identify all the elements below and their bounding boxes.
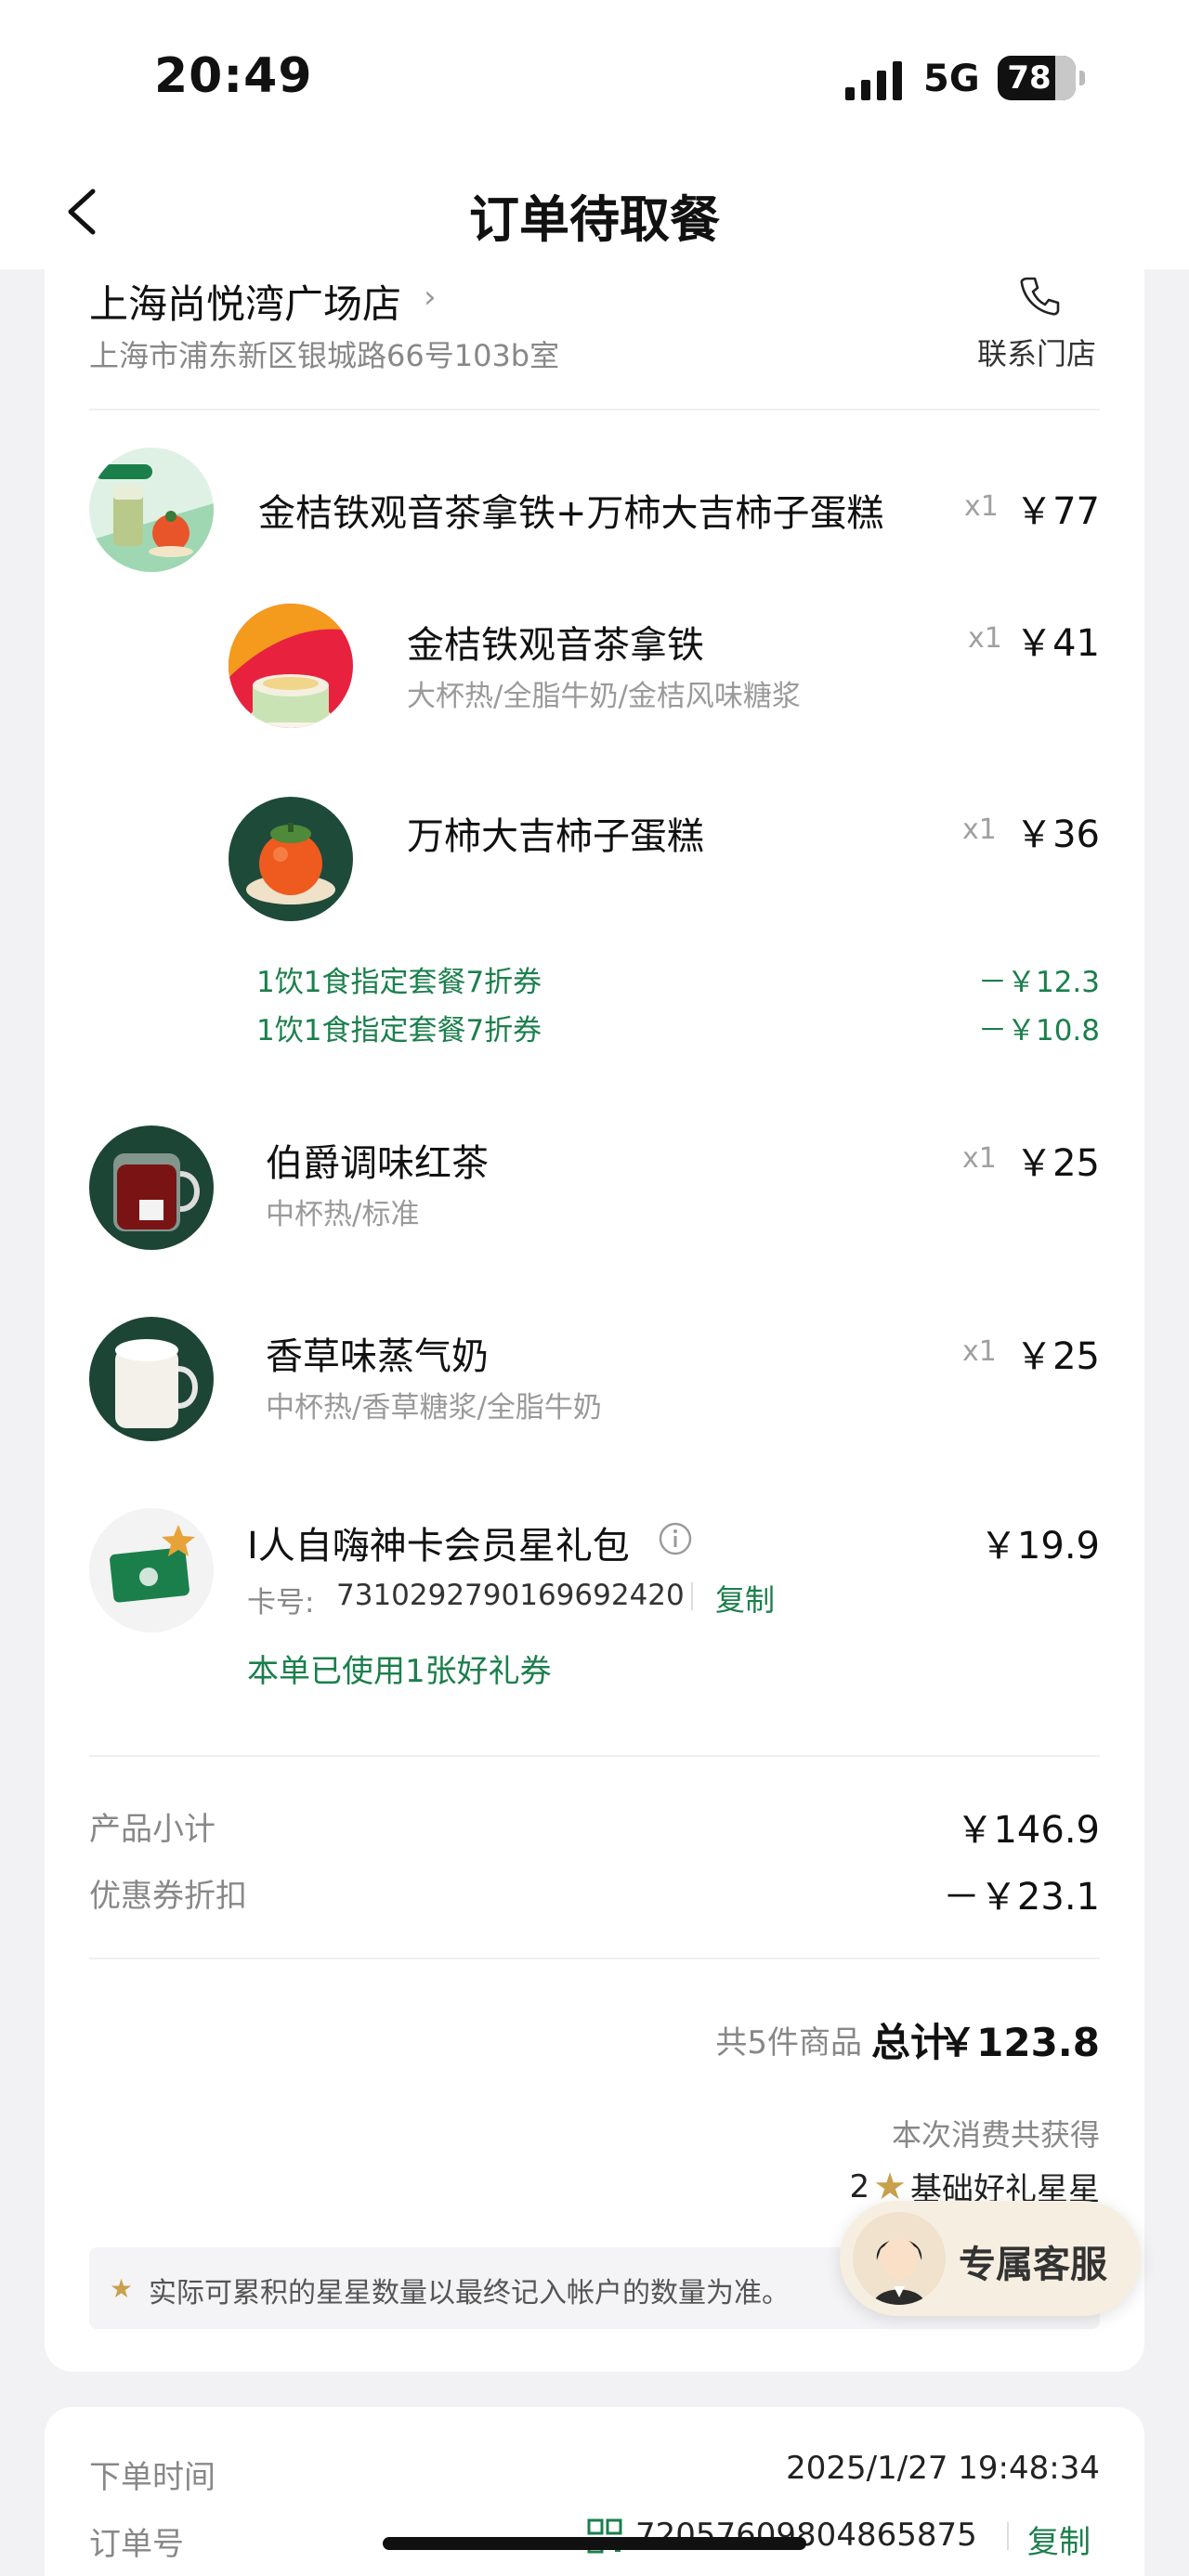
customer-service-label: 专属客服	[959, 2244, 1107, 2286]
subtotal-value: ￥146.9	[956, 1809, 1100, 1852]
gift-name: I人自嗨神卡会员星礼包	[247, 1525, 630, 1568]
sub-item-image	[229, 604, 353, 728]
sub-item-image	[229, 797, 353, 921]
divider	[89, 1755, 1100, 1757]
store-name[interactable]: 上海尚悦湾广场店	[89, 273, 401, 330]
contact-store-button[interactable]: 联系门店	[977, 331, 1096, 373]
gift-card-image	[89, 1508, 214, 1633]
order-time: 2025/1/27 19:48:34	[786, 2450, 1100, 2487]
gift-price: ￥19.9	[979, 1525, 1100, 1568]
store-address: 上海市浦东新区银城路66号103b室	[89, 338, 560, 373]
item-name: 伯爵调味红茶	[266, 1142, 489, 1185]
status-bar: 20:49 5G 78	[0, 0, 1189, 158]
item-qty: x1	[962, 1142, 997, 1175]
stars-count: 2	[849, 2167, 870, 2205]
sub-item-name: 万柿大吉柿子蛋糕	[407, 815, 704, 858]
copy-order-number-button[interactable]: 复制	[1027, 2517, 1091, 2562]
customer-service-button[interactable]: 专属客服	[840, 2201, 1141, 2316]
home-indicator	[383, 2537, 806, 2550]
item-spec: 中杯热/香草糖浆/全脂牛奶	[266, 1391, 602, 1425]
subtotal-label: 产品小计	[89, 1811, 216, 1848]
network-type: 5G	[923, 58, 980, 100]
nav-bar: 订单待取餐	[0, 158, 1189, 269]
sub-item-name: 金桔铁观音茶拿铁	[407, 624, 704, 667]
star-icon: ★	[110, 2273, 134, 2304]
combo-qty: x1	[964, 490, 999, 523]
divider	[691, 1582, 693, 1610]
sub-item-qty: x1	[968, 622, 1002, 655]
item-price: ￥25	[1015, 1142, 1100, 1185]
agent-avatar	[853, 2212, 946, 2305]
order-time-label: 下单时间	[89, 2459, 216, 2496]
item-qty: x1	[962, 1335, 997, 1368]
page-title: 订单待取餐	[469, 190, 720, 249]
coupon-amount: －￥10.8	[977, 1014, 1100, 1047]
total-value: ￥123.8	[937, 2020, 1100, 2065]
sub-item-qty: x1	[962, 813, 997, 846]
item-spec: 中杯热/标准	[266, 1198, 420, 1231]
card-number: 7310292790169692420	[336, 1579, 685, 1612]
phone-icon[interactable]	[1016, 273, 1063, 319]
coupon-label: 1饮1食指定套餐7折券	[256, 1014, 542, 1047]
item-price: ￥25	[1015, 1335, 1100, 1378]
sub-item-price: ￥36	[1015, 813, 1100, 856]
divider	[89, 409, 1100, 410]
sub-item-price: ￥41	[1015, 622, 1100, 665]
stars-note-text: 实际可累积的星星数量以最终记入帐户的数量为准。	[149, 2277, 790, 2309]
combo-name: 金桔铁观音茶拿铁+万柿大吉柿子蛋糕	[258, 492, 884, 535]
chevron-right-icon[interactable]: ›	[424, 279, 437, 316]
battery-level: 78	[1007, 59, 1052, 97]
divider	[1007, 2522, 1009, 2550]
combo-image	[89, 448, 214, 572]
order-card: 上海尚悦湾广场店 › 上海市浦东新区银城路66号103b室 联系门店 金桔铁观音…	[45, 269, 1144, 2372]
coupon-amount: －￥12.3	[977, 966, 1100, 999]
info-icon[interactable]	[658, 1521, 693, 1556]
order-number-label: 订单号	[89, 2526, 184, 2563]
status-time: 20:49	[154, 48, 313, 104]
order-info-card: 下单时间 2025/1/27 19:48:34 订单号 720576098048…	[45, 2407, 1144, 2576]
item-image	[89, 1317, 214, 1441]
copy-card-button[interactable]: 复制	[715, 1577, 775, 1620]
coupon-label: 1饮1食指定套餐7折券	[256, 966, 542, 999]
stars-title: 本次消费共获得	[891, 2117, 1100, 2153]
item-name: 香草味蒸气奶	[266, 1335, 489, 1378]
gift-used-note: 本单已使用1张好礼券	[247, 1653, 552, 1690]
signal-icon	[845, 61, 902, 100]
divider	[89, 1958, 1100, 1959]
battery-icon: 78	[998, 56, 1085, 100]
sub-item-spec: 大杯热/全脂牛奶/金桔风味糖浆	[407, 680, 801, 713]
card-number-label: 卡号:	[247, 1586, 315, 1620]
item-count: 共5件商品	[715, 2024, 862, 2062]
discount-value: －￥23.1	[942, 1876, 1100, 1919]
item-image	[89, 1125, 214, 1250]
combo-price: ￥77	[1015, 490, 1100, 533]
discount-label: 优惠券折扣	[89, 1878, 247, 1915]
